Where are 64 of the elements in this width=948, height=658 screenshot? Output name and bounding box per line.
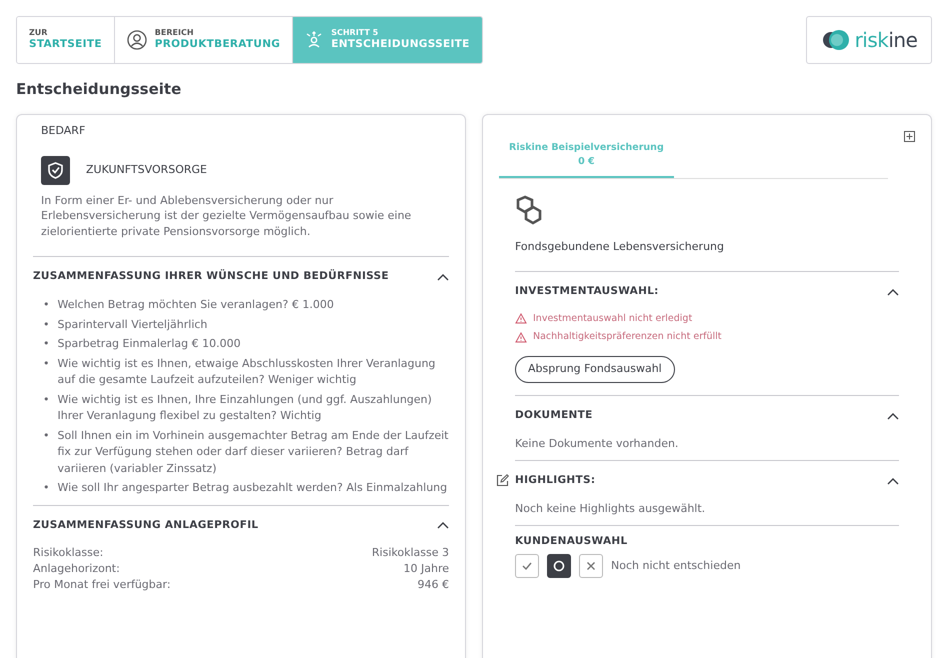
logo-circles-icon [820, 29, 851, 51]
warning-icon [515, 332, 527, 343]
wish-item: Soll Ihnen ein im Vorhinein ausgemachter Betrag am Ende der Laufzeit fix zur Verfügung stehen oder darf dieser variieren? Betrag darf variieren (variabler Zinssatz) [58, 428, 449, 477]
wish-item: Sparintervall Vierteljährlich [58, 316, 208, 333]
wish-item: Wie wichtig ist es Ihnen, Ihre Einzahlungen (und ggf. Auszahlungen) Ihrer Veranlagung flexibel zu gestalten? Wichtig [58, 392, 433, 424]
wish-item: Sparbetrag Einmalerlag € 10.000 [58, 336, 241, 352]
bullet-mark: • [43, 480, 50, 496]
profile-label: Risikoklasse: [33, 545, 104, 562]
bullet-mark: • [43, 316, 50, 333]
choice-button[interactable] [547, 554, 571, 578]
bullet-mark: • [43, 428, 50, 444]
collapse-toggle[interactable] [887, 288, 899, 296]
collapse-toggle[interactable] [437, 521, 449, 530]
chevron-up-icon [887, 412, 899, 420]
profile-label: Pro Monat frei verfügbar: [33, 577, 171, 594]
wish-item: Wie wichtig ist es Ihnen, etwaige Abschlusskosten Ihrer Veranlagung auf die gesamte Laufzeit aufzuteilen? Weniger wichtig [58, 356, 436, 388]
wish-item: Welchen Betrag möchten Sie veranlagen? € 1.000 [58, 297, 334, 314]
warning-text: Nachhaltigkeitspräferenzen nicht erfüllt [533, 330, 722, 344]
warning-text: Investmentauswahl nicht erledigt [533, 312, 692, 326]
check-icon [521, 560, 533, 572]
profile-value: 10 Jahre [404, 561, 449, 578]
wish-item: Wie soll Ihr angesparter Betrag ausbezahlt werden? Als Einmalzahlung [58, 480, 448, 496]
profile-value: Risikoklasse 3 [372, 545, 449, 562]
documents-text: Keine Dokumente vorhanden. [515, 436, 680, 452]
need-description: In Form einer Er- und Ablebensversicherung oder nur Erlebensversicherung ist der gezielte Vermögensaufbau sowie eine zielorientierte private Pensionsvorsorge möglich. [41, 192, 412, 240]
section-title: KUNDENAUSWAHL [515, 534, 628, 550]
section-title: HIGHLIGHTS: [515, 473, 596, 488]
section-title: DOKUMENTE [515, 408, 593, 423]
logo: riskine [806, 16, 932, 64]
chevron-up-icon [437, 273, 449, 282]
profile-value: 946 € [418, 577, 449, 594]
chevron-up-icon [887, 476, 899, 485]
chevron-up-icon [887, 288, 899, 296]
choice-button[interactable] [579, 554, 603, 578]
page-title: Entscheidungsseite [16, 80, 182, 98]
edit-button[interactable] [496, 474, 509, 487]
chevron-up-icon [437, 521, 449, 530]
collapse-toggle[interactable] [887, 412, 899, 420]
edit-icon [496, 474, 509, 487]
bullet-mark: • [43, 297, 50, 314]
bullet-mark: • [43, 392, 50, 408]
breadcrumb-link[interactable]: ZUR STARTSEITE [17, 17, 115, 63]
section-title: ZUSAMMENFASSUNG ANLAGEPROFIL [33, 518, 258, 533]
fund-selection-button[interactable]: Absprung Fondsauswahl [515, 356, 675, 383]
section-title: INVESTMENTAUSWAHL: [515, 284, 659, 299]
product-name: Fondsgebundene Lebensversicherung [515, 238, 725, 254]
user-circle-icon [126, 30, 147, 50]
circle-icon [553, 560, 565, 572]
add-button[interactable] [904, 131, 915, 142]
choice-status: Noch nicht entschieden [611, 558, 741, 574]
section-title: ZUSAMMENFASSUNG IHRER WÜNSCHE UND BEDÜRFNISSE [33, 269, 389, 284]
profile-label: Anlagehorizont: [33, 561, 120, 578]
bullet-mark: • [43, 356, 50, 372]
close-icon [585, 560, 597, 572]
person-arrows-icon [305, 31, 324, 49]
need-title: ZUKUNFTSVORSORGE [86, 162, 208, 178]
shield-check-icon [41, 156, 70, 184]
section-heading: BEDARF [41, 123, 86, 139]
highlights-text: Noch keine Highlights ausgewählt. [515, 500, 706, 517]
bullet-mark: • [43, 336, 50, 352]
plus-square-icon [904, 131, 915, 142]
collapse-toggle[interactable] [887, 476, 899, 485]
collapse-toggle[interactable] [437, 273, 449, 282]
warning-icon [515, 313, 527, 324]
